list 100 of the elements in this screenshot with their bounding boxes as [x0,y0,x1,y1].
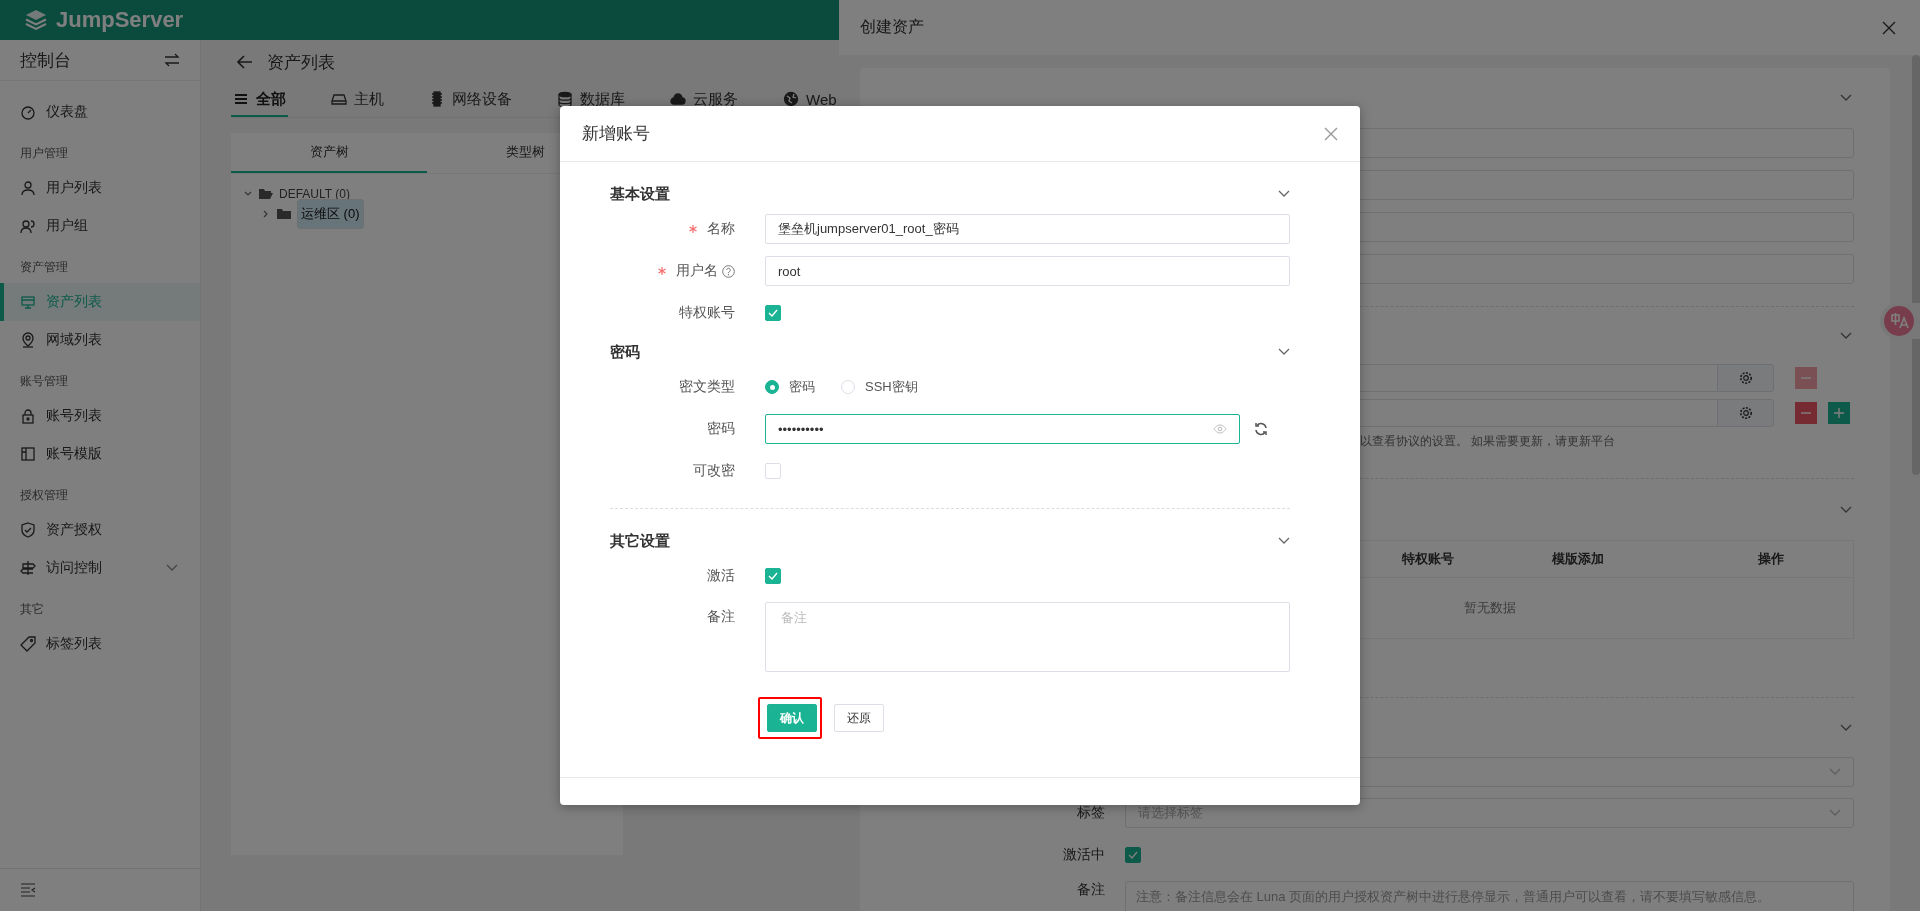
help-icon[interactable] [722,264,735,278]
field-label: 密文类型 [679,378,735,396]
drawer-title: 创建资产 [860,17,924,37]
category-tab[interactable]: 全部 [231,83,288,117]
chevron-down-icon[interactable] [1840,505,1852,514]
checkbox[interactable] [1125,847,1141,863]
close-icon[interactable] [1882,20,1896,35]
radio-option[interactable]: 密码 [765,378,815,396]
sidebar-item[interactable]: 仪表盘 [0,93,200,131]
category-tab[interactable]: 主机 [329,83,386,117]
chevron-down-icon[interactable] [1840,331,1852,340]
sidebar-title: 控制台 [20,49,71,72]
chevron-down-icon[interactable] [1840,723,1852,732]
text-field[interactable]: root [765,256,1290,286]
column-header: 特权账号 [1401,550,1455,568]
field-label: 激活中 [1062,846,1105,864]
chevron-down-icon[interactable] [1278,537,1290,545]
logo-text: JumpServer [56,7,184,33]
sidebar-item[interactable]: 用户组 [0,207,200,245]
scrollbar[interactable] [1912,55,1920,475]
field-label: 备注 [1076,881,1105,899]
list-icon [233,91,249,107]
gear-icon [1738,406,1753,420]
check-icon [768,309,778,317]
refresh-icon[interactable] [1254,422,1268,436]
sidebar-item[interactable]: 资产授权 [0,511,200,549]
sidebar-heading: 账号管理 [20,374,68,388]
swap-icon[interactable] [164,53,180,67]
password-field[interactable]: •••••••••• [765,414,1240,444]
eye-icon[interactable] [1213,424,1227,434]
settings-button[interactable] [1717,399,1774,427]
hard-drive-icon [331,91,347,107]
folder-icon [277,208,291,220]
confirm-button[interactable]: 确认 [767,704,817,732]
chevron-down-icon[interactable] [1840,94,1852,102]
radio-option[interactable]: SSH密钥 [841,378,918,396]
translate-icon [1884,306,1914,336]
lock-icon [20,408,36,424]
field-label: 备注 [707,608,735,626]
category-tab[interactable]: 网络设备 [427,83,514,117]
remove-button[interactable] [1795,402,1817,424]
users-icon [20,218,36,234]
field-label: 密码 [707,420,735,438]
tree-node-label[interactable]: 运维区 (0) [297,199,364,229]
page-title: 资产列表 [267,51,335,74]
sidebar-heading: 授权管理 [20,488,68,502]
tree-tab[interactable]: 资产树 [231,133,427,173]
tag-icon [20,636,36,652]
cloud-icon [670,91,686,107]
field-label: 特权账号 [679,304,735,322]
sidebar-item[interactable]: 网域列表 [0,321,200,359]
field-label: 标签 [1076,804,1105,822]
sidebar-item[interactable]: 访问控制 [0,549,200,587]
protocol-hint: 以查看协议的设置。 如果需要更新，请更新平台 [1360,434,1616,448]
field-label: 名称 [707,220,735,238]
layers-logo-icon [24,8,48,32]
check-icon [768,572,778,580]
chip-icon [429,91,445,107]
shield-icon [20,522,36,538]
category-tab[interactable]: 数据库 [555,83,627,117]
sidebar-item[interactable]: 标签列表 [0,625,200,663]
category-tab[interactable]: 云服务 [668,83,740,117]
checkbox[interactable] [765,568,781,584]
chevron-down-icon[interactable] [1278,190,1290,198]
location-pin-icon [20,332,36,348]
sidebar-item[interactable]: 账号列表 [0,397,200,435]
category-tab[interactable]: Web [781,83,839,117]
plus-icon [1834,408,1844,418]
gauge-icon [20,104,36,120]
reset-button[interactable]: 还原 [834,704,884,732]
close-icon[interactable] [1324,126,1338,141]
empty-table-text: 暂无数据 [1463,599,1516,617]
column-header: 模版添加 [1550,550,1605,568]
section-title: 基本设置 [610,184,670,204]
translate-button[interactable] [1880,303,1920,339]
checkbox[interactable] [765,305,781,321]
back-arrow-icon[interactable] [237,55,253,69]
sidebar-item[interactable]: 账号模版 [0,435,200,473]
chevron-down-icon[interactable] [166,564,178,572]
monitor-icon [20,294,36,310]
chevron-down-icon[interactable] [1278,348,1290,356]
sidebar-heading: 其它 [20,602,44,616]
text-field[interactable]: 堡垒机jumpserver01_root_密码 [765,214,1290,244]
dialog-title: 新增账号 [582,123,650,145]
layout-icon [20,446,36,462]
signpost-icon [20,560,36,576]
add-button[interactable] [1828,402,1850,424]
field-label: 激活 [707,567,735,585]
section-title: 密码 [610,342,640,362]
sidebar-heading: 资产管理 [20,260,68,274]
minus-icon [1801,412,1811,414]
section-title: 其它设置 [610,531,670,551]
sidebar-item[interactable]: 用户列表 [0,169,200,207]
column-header: 操作 [1756,550,1785,568]
field-label: 可改密 [693,462,735,480]
field-label: 用户名 [676,262,718,280]
gear-icon [1738,371,1753,385]
collapse-menu-icon[interactable] [20,883,36,897]
folder-icon [259,188,273,200]
settings-button[interactable] [1717,364,1774,392]
